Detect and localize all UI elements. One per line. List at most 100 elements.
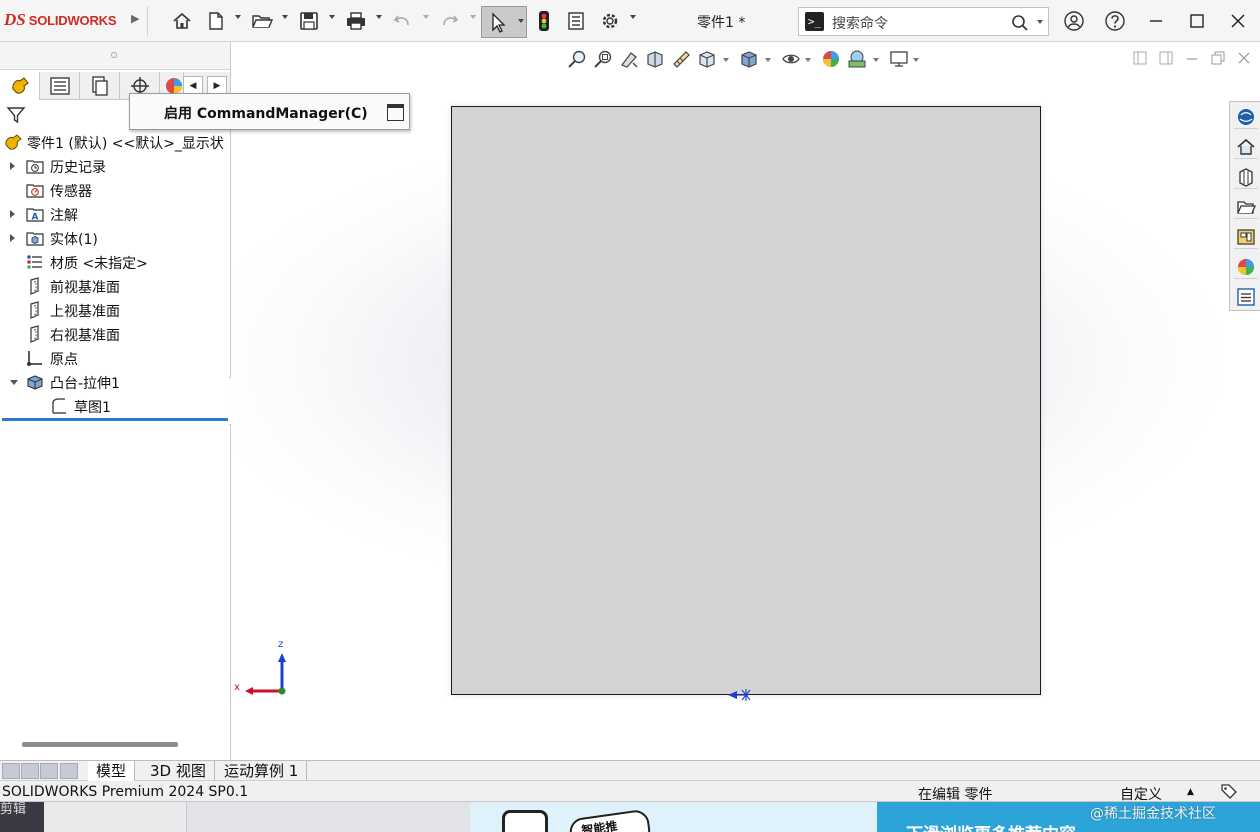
save-dropdown-icon[interactable]: [329, 15, 335, 19]
panel-grip[interactable]: [0, 42, 230, 70]
tab-last-icon[interactable]: [60, 763, 78, 779]
tree-item[interactable]: 前视基准面: [0, 274, 230, 298]
edit-appearance-icon[interactable]: [821, 49, 841, 69]
tree-root-part[interactable]: 零件1 (默认) <<默认>_显示状: [0, 130, 230, 154]
select-tool-button[interactable]: [481, 6, 527, 38]
apply-scene-dropdown-icon[interactable]: [873, 58, 879, 62]
section-view-icon[interactable]: [645, 49, 665, 69]
zoom-to-fit-icon[interactable]: [567, 49, 587, 69]
origin-marker-icon[interactable]: [728, 689, 754, 705]
viewport-close-icon[interactable]: [1237, 51, 1251, 65]
dynamic-annotation-view-icon[interactable]: [671, 49, 691, 69]
tree-item[interactable]: 实体(1): [0, 226, 230, 250]
tab-first-icon[interactable]: [2, 763, 20, 779]
tree-item[interactable]: 材质 <未指定>: [0, 250, 230, 274]
home-pane-icon[interactable]: [1234, 135, 1258, 159]
view-settings-icon[interactable]: [889, 49, 909, 69]
tree-item[interactable]: 上视基准面: [0, 298, 230, 322]
view-orientation-icon[interactable]: [697, 49, 717, 69]
reference-triad[interactable]: x z: [231, 636, 293, 698]
unit-system-selector[interactable]: 自定义: [1120, 784, 1162, 804]
print-icon[interactable]: [344, 8, 368, 34]
part-model-face[interactable]: [451, 106, 1041, 695]
options-dropdown-icon[interactable]: [630, 15, 636, 19]
file-explorer-icon[interactable]: [1234, 195, 1258, 219]
zoom-to-area-icon[interactable]: [593, 49, 613, 69]
custom-properties-icon[interactable]: [1234, 285, 1258, 309]
tree-rollback-bar[interactable]: [2, 418, 228, 421]
expand-arrow-icon[interactable]: [10, 234, 15, 242]
view-orientation-dropdown-icon[interactable]: [723, 58, 729, 62]
hide-show-items-icon[interactable]: [781, 49, 801, 69]
viewport-restore-left-icon[interactable]: [1133, 51, 1147, 65]
solidworks-logo[interactable]: DS SOLIDWORKS: [4, 9, 116, 31]
tree-item[interactable]: 右视基准面: [0, 322, 230, 346]
display-style-icon[interactable]: [739, 49, 759, 69]
graphics-area[interactable]: x z: [231, 42, 1260, 760]
options-gear-icon[interactable]: [599, 8, 621, 34]
menu-expand-arrow-icon[interactable]: ▶: [131, 12, 139, 25]
history-folder-icon: [26, 157, 44, 175]
tab-configuration-manager[interactable]: [80, 72, 120, 100]
print-dropdown-icon[interactable]: [376, 15, 382, 19]
home-icon[interactable]: [170, 8, 194, 34]
bottom-tab[interactable]: 3D 视图: [142, 761, 215, 781]
tab-prev-icon[interactable]: [21, 763, 39, 779]
save-icon[interactable]: [298, 8, 320, 34]
tab-next-icon[interactable]: [40, 763, 58, 779]
filter-icon[interactable]: [6, 105, 26, 129]
new-dropdown-icon[interactable]: [235, 15, 241, 19]
search-dropdown-icon[interactable]: [1037, 20, 1043, 24]
bottom-tab[interactable]: 模型: [88, 761, 136, 781]
hide-show-dropdown-icon[interactable]: [805, 58, 811, 62]
tree-item[interactable]: A 注解: [0, 202, 230, 226]
tree-item[interactable]: 传感器: [0, 178, 230, 202]
redo-dropdown-icon[interactable]: [470, 15, 476, 19]
undo-icon[interactable]: [391, 8, 413, 34]
previous-view-icon[interactable]: [619, 49, 639, 69]
z-axis-label: z: [278, 639, 283, 650]
command-search-box[interactable]: >_ 搜索命令: [798, 7, 1049, 36]
view-palette-icon[interactable]: [1234, 225, 1258, 249]
undo-dropdown-icon[interactable]: [423, 15, 429, 19]
help-icon[interactable]: [1101, 8, 1129, 34]
collapse-arrow-icon[interactable]: [10, 380, 18, 385]
expand-arrow-icon[interactable]: [10, 162, 15, 170]
maximize-icon[interactable]: [1183, 8, 1211, 34]
account-icon[interactable]: [1060, 8, 1088, 34]
redo-icon[interactable]: [439, 8, 461, 34]
tree-item[interactable]: 凸台-拉伸1: [0, 370, 230, 394]
appearances-scenes-icon[interactable]: [1234, 255, 1258, 279]
view-settings-dropdown-icon[interactable]: [913, 58, 919, 62]
sensor-icon: [26, 181, 44, 199]
apply-scene-icon[interactable]: [847, 49, 867, 69]
open-dropdown-icon[interactable]: [282, 15, 288, 19]
viewport-minimize-icon[interactable]: [1185, 51, 1199, 65]
viewport-restore-icon[interactable]: [1211, 51, 1225, 65]
rebuild-traffic-light-icon[interactable]: [535, 8, 553, 34]
solidworks-resources-icon[interactable]: [1234, 105, 1258, 129]
close-icon[interactable]: [1224, 8, 1252, 34]
file-properties-icon[interactable]: [565, 8, 587, 34]
tab-property-manager[interactable]: [40, 72, 80, 100]
tree-item-label: 材质 <未指定>: [50, 256, 148, 272]
search-icon[interactable]: [1011, 14, 1029, 36]
open-folder-icon[interactable]: [250, 8, 274, 34]
tree-item[interactable]: 草图1: [0, 394, 230, 418]
expand-arrow-icon[interactable]: [10, 210, 15, 218]
tab-feature-manager[interactable]: [0, 72, 40, 100]
viewport-restore-right-icon[interactable]: [1159, 51, 1173, 65]
tree-item[interactable]: 原点: [0, 346, 230, 370]
new-document-icon[interactable]: [205, 8, 227, 34]
tree-item[interactable]: 历史记录: [0, 154, 230, 178]
display-style-dropdown-icon[interactable]: [765, 58, 771, 62]
bottom-tab[interactable]: 运动算例 1: [216, 761, 308, 781]
design-library-icon[interactable]: [1234, 165, 1258, 189]
unit-system-dropdown-icon[interactable]: ▲: [1187, 787, 1194, 797]
panel-horizontal-scrollbar[interactable]: [22, 742, 178, 747]
status-tag-icon[interactable]: [1220, 783, 1238, 803]
select-dropdown-icon[interactable]: [518, 19, 524, 23]
command-manager-tooltip[interactable]: 启用 CommandManager(C): [129, 93, 410, 130]
minimize-icon[interactable]: [1142, 8, 1170, 34]
select-arrow-icon: [487, 10, 509, 36]
